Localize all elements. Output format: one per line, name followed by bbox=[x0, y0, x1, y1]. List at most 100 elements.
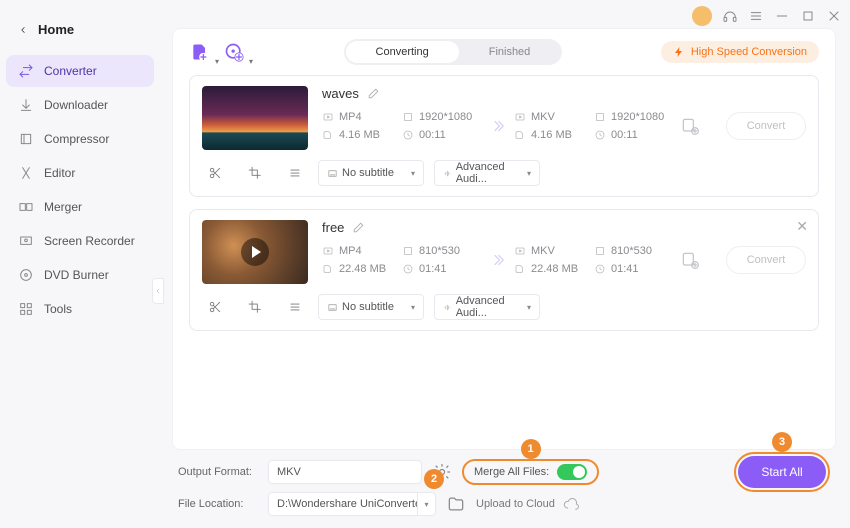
avatar[interactable] bbox=[692, 6, 712, 26]
play-icon bbox=[241, 238, 269, 266]
minimize-icon[interactable] bbox=[774, 8, 790, 24]
sidebar-item-screen-recorder[interactable]: Screen Recorder bbox=[6, 225, 154, 257]
output-settings-icon[interactable] bbox=[680, 116, 700, 136]
add-file-button[interactable]: ▾ bbox=[189, 41, 211, 63]
caret-down-icon: ▾ bbox=[411, 169, 415, 178]
add-disc-button[interactable]: ▾ bbox=[223, 41, 245, 63]
in-dur: 00:11 bbox=[419, 129, 446, 141]
high-speed-label: High Speed Conversion bbox=[691, 46, 807, 58]
disc-icon bbox=[18, 267, 34, 283]
support-icon[interactable] bbox=[722, 8, 738, 24]
more-icon[interactable] bbox=[288, 166, 302, 180]
close-icon[interactable] bbox=[826, 8, 842, 24]
merge-label: Merge All Files: bbox=[474, 466, 549, 478]
caret-down-icon: ▾ bbox=[411, 303, 415, 312]
convert-button[interactable]: Convert bbox=[726, 246, 806, 274]
out-dur: 00:11 bbox=[611, 129, 638, 141]
out-res: 1920*1080 bbox=[611, 111, 664, 123]
open-folder-icon[interactable] bbox=[446, 494, 466, 514]
audio-value: Advanced Audi... bbox=[456, 295, 521, 319]
audio-select[interactable]: Advanced Audi... ▾ bbox=[434, 294, 540, 320]
start-all-button[interactable]: Start All bbox=[738, 456, 826, 488]
annotation-badge: 1 bbox=[521, 439, 541, 459]
file-name: waves bbox=[322, 86, 359, 101]
merge-toggle[interactable] bbox=[557, 464, 587, 480]
menu-icon[interactable] bbox=[748, 8, 764, 24]
sidebar-item-converter[interactable]: Converter bbox=[6, 55, 154, 87]
tab-converting[interactable]: Converting bbox=[346, 41, 459, 63]
thumbnail[interactable] bbox=[202, 220, 308, 284]
sidebar-item-label: Screen Recorder bbox=[44, 234, 135, 248]
subtitle-value: No subtitle bbox=[342, 167, 394, 179]
compressor-icon bbox=[18, 131, 34, 147]
file-name: free bbox=[322, 220, 344, 235]
high-speed-button[interactable]: High Speed Conversion bbox=[661, 41, 819, 63]
upload-to-cloud[interactable]: Upload to Cloud bbox=[476, 496, 579, 512]
editor-icon bbox=[18, 165, 34, 181]
file-card: waves MP4 4.16 MB 1920*1080 00:11 bbox=[189, 75, 819, 197]
in-dur: 01:41 bbox=[419, 263, 447, 275]
file-card: ✕ free MP4 22.48 MB 810*530 bbox=[189, 209, 819, 331]
in-format: MP4 bbox=[339, 245, 362, 257]
arrow-icon bbox=[482, 251, 514, 269]
in-res: 810*530 bbox=[419, 245, 460, 257]
trim-icon[interactable] bbox=[208, 166, 222, 180]
merger-icon bbox=[18, 199, 34, 215]
subtitle-select[interactable]: No subtitle▾ bbox=[318, 294, 424, 320]
thumbnail[interactable] bbox=[202, 86, 308, 150]
tab-segment: Converting Finished bbox=[344, 39, 563, 65]
annotation-badge: 2 bbox=[424, 469, 444, 489]
in-size: 4.16 MB bbox=[339, 129, 380, 141]
convert-button[interactable]: Convert bbox=[726, 112, 806, 140]
tools-icon bbox=[18, 301, 34, 317]
tab-finished[interactable]: Finished bbox=[459, 41, 561, 63]
merge-all-control: 1 Merge All Files: bbox=[462, 459, 599, 485]
caret-down-icon: ▾ bbox=[249, 57, 253, 66]
bottom-bar: Output Format: MKV 1 Merge All Files: 3 … bbox=[172, 458, 836, 518]
crop-icon[interactable] bbox=[248, 166, 262, 180]
edit-name-icon[interactable] bbox=[352, 221, 365, 234]
in-res: 1920*1080 bbox=[419, 111, 472, 123]
out-dur: 01:41 bbox=[611, 263, 639, 275]
subtitle-select[interactable]: No subtitle ▾ bbox=[318, 160, 424, 186]
sidebar-item-editor[interactable]: Editor bbox=[6, 157, 154, 189]
sidebar-item-label: Converter bbox=[44, 64, 97, 78]
download-icon bbox=[18, 97, 34, 113]
home-label: Home bbox=[38, 22, 74, 37]
sidebar-item-label: Downloader bbox=[44, 98, 108, 112]
start-all-wrap: 3 Start All bbox=[734, 452, 830, 492]
sidebar-item-tools[interactable]: Tools bbox=[6, 293, 154, 325]
sidebar-item-downloader[interactable]: Downloader bbox=[6, 89, 154, 121]
out-size: 4.16 MB bbox=[531, 129, 572, 141]
location-dropdown[interactable]: 2 ▾ bbox=[418, 492, 436, 516]
caret-down-icon: ▾ bbox=[215, 57, 219, 66]
sidebar-item-label: Merger bbox=[44, 200, 82, 214]
sidebar: Home Converter Downloader Compressor Edi… bbox=[0, 0, 160, 528]
remove-file-icon[interactable]: ✕ bbox=[796, 218, 808, 235]
audio-select[interactable]: Advanced Audi... ▾ bbox=[434, 160, 540, 186]
sidebar-item-dvd-burner[interactable]: DVD Burner bbox=[6, 259, 154, 291]
in-format: MP4 bbox=[339, 111, 362, 123]
sidebar-item-label: Tools bbox=[44, 302, 72, 316]
more-icon[interactable] bbox=[288, 300, 302, 314]
sidebar-item-label: DVD Burner bbox=[44, 268, 109, 282]
upload-label: Upload to Cloud bbox=[476, 498, 555, 510]
output-format-select[interactable]: MKV bbox=[268, 460, 422, 484]
window-controls bbox=[692, 6, 842, 26]
output-settings-icon[interactable] bbox=[680, 250, 700, 270]
out-format: MKV bbox=[531, 245, 555, 257]
collapse-sidebar-icon[interactable] bbox=[152, 278, 164, 304]
caret-down-icon: ▾ bbox=[527, 169, 531, 178]
sidebar-item-merger[interactable]: Merger bbox=[6, 191, 154, 223]
arrow-icon bbox=[482, 117, 514, 135]
caret-down-icon: ▾ bbox=[527, 303, 531, 312]
sidebar-item-compressor[interactable]: Compressor bbox=[6, 123, 154, 155]
recorder-icon bbox=[18, 233, 34, 249]
file-location-input[interactable]: D:\Wondershare UniConverter 1 bbox=[268, 492, 418, 516]
crop-icon[interactable] bbox=[248, 300, 262, 314]
maximize-icon[interactable] bbox=[800, 8, 816, 24]
edit-name-icon[interactable] bbox=[367, 87, 380, 100]
audio-value: Advanced Audi... bbox=[456, 161, 521, 185]
back-home[interactable]: Home bbox=[6, 16, 154, 43]
trim-icon[interactable] bbox=[208, 300, 222, 314]
